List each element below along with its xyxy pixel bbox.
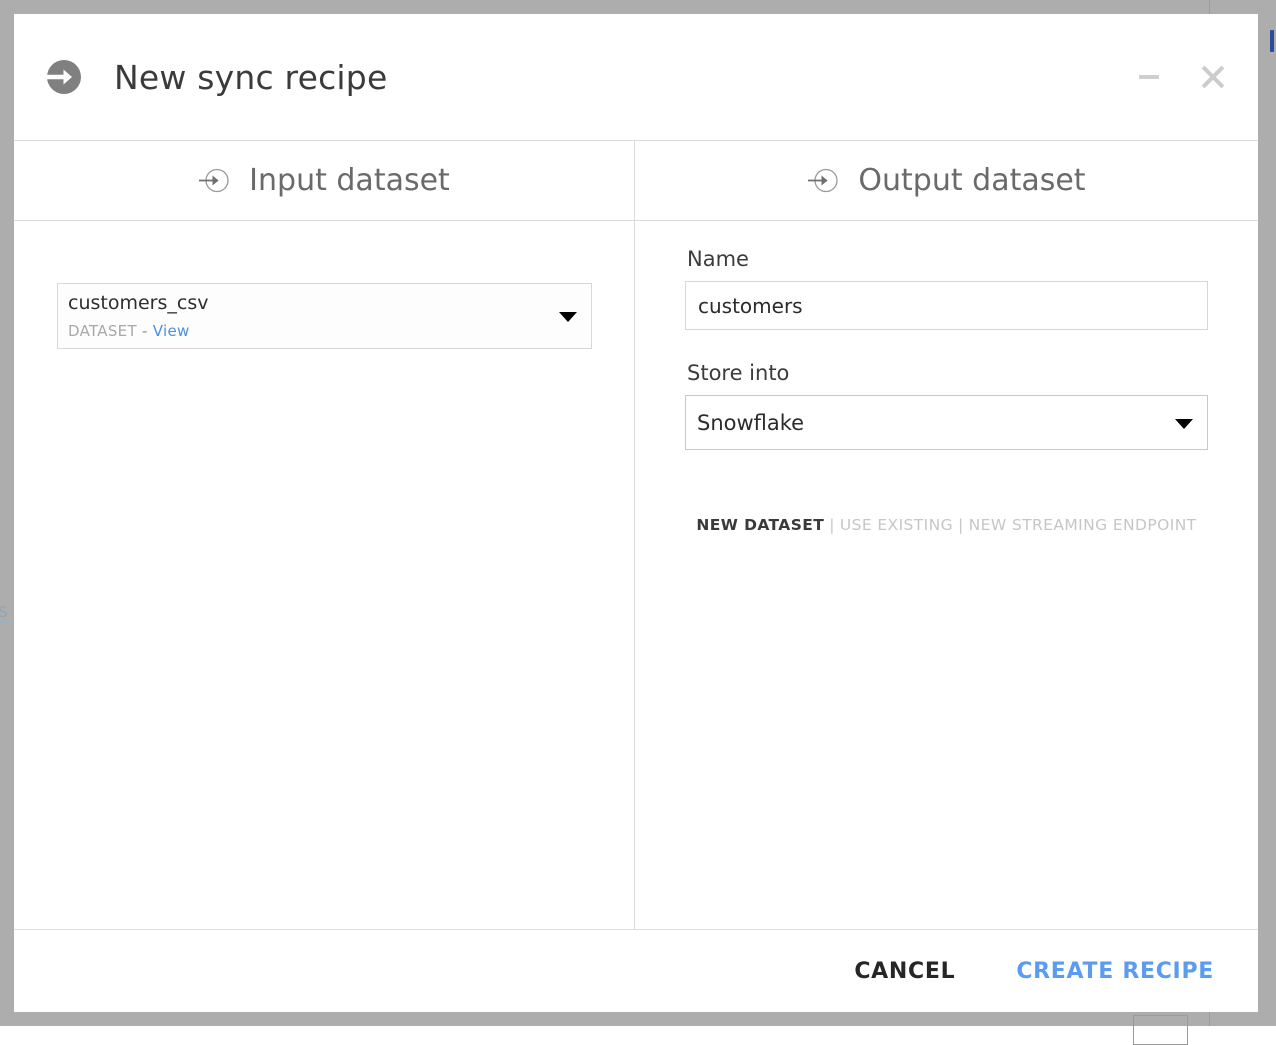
input-dataset-pane: Input dataset customers_csv DATASET - Vi… [14,141,635,929]
background-ghost-text: s [0,600,8,622]
dialog-body: Input dataset customers_csv DATASET - Vi… [14,141,1258,929]
cancel-button[interactable]: CANCEL [852,953,957,990]
dialog-footer: CANCEL CREATE RECIPE [14,929,1258,1012]
background-ghost-box [1133,1015,1188,1045]
chevron-down-icon[interactable] [1175,419,1193,429]
store-into-select[interactable]: Snowflake [685,395,1208,450]
background-blue-marker [1270,30,1274,52]
dialog-titlebar: New sync recipe [14,14,1258,141]
input-dataset-meta: DATASET - View [68,322,190,340]
form-field-spacer [685,330,1208,361]
output-dataset-header: Output dataset [635,141,1258,221]
new-sync-recipe-dialog: New sync recipe Input dataset [14,14,1258,1012]
name-field-label: Name [687,247,1208,271]
dialog-title: New sync recipe [114,58,387,97]
sync-arrow-circle-icon [44,58,82,96]
name-input[interactable] [685,281,1208,330]
chevron-down-icon[interactable] [559,312,577,322]
mode-new-streaming-endpoint[interactable]: NEW STREAMING ENDPOINT [969,516,1197,534]
close-icon[interactable] [1196,60,1230,94]
window-controls [1132,14,1230,140]
mode-separator-1: | [829,516,835,534]
mode-new-dataset[interactable]: NEW DATASET [696,516,824,534]
arrow-into-circle-icon [198,164,231,197]
store-into-field-label: Store into [687,361,1208,385]
input-dataset-view-link[interactable]: View [153,322,190,340]
input-dataset-title: Input dataset [249,163,450,198]
input-dataset-selector[interactable]: customers_csv DATASET - View [57,283,592,349]
output-dataset-content: Name Store into Snowflake NEW DATASET | US… [635,221,1258,929]
background-ghost-rule [0,621,14,623]
output-dataset-pane: Output dataset Name Store into Snowflake… [635,141,1258,929]
output-dataset-title: Output dataset [858,163,1085,198]
input-dataset-header: Input dataset [14,141,634,221]
output-dataset-form: Name Store into Snowflake NEW DATASET | US… [685,247,1208,534]
mode-use-existing[interactable]: USE EXISTING [840,516,953,534]
input-dataset-type: DATASET [68,322,137,340]
store-into-selected-value: Snowflake [697,411,804,435]
output-mode-switcher: NEW DATASET | USE EXISTING | NEW STREAMING E… [685,516,1208,534]
mode-separator-2: | [958,516,964,534]
input-dataset-meta-separator: - [142,322,148,340]
minimize-icon[interactable] [1132,60,1166,94]
create-recipe-button[interactable]: CREATE RECIPE [1014,953,1216,990]
input-dataset-name: customers_csv [68,292,208,314]
input-dataset-content: customers_csv DATASET - View [14,221,634,929]
arrow-into-circle-icon [807,164,840,197]
